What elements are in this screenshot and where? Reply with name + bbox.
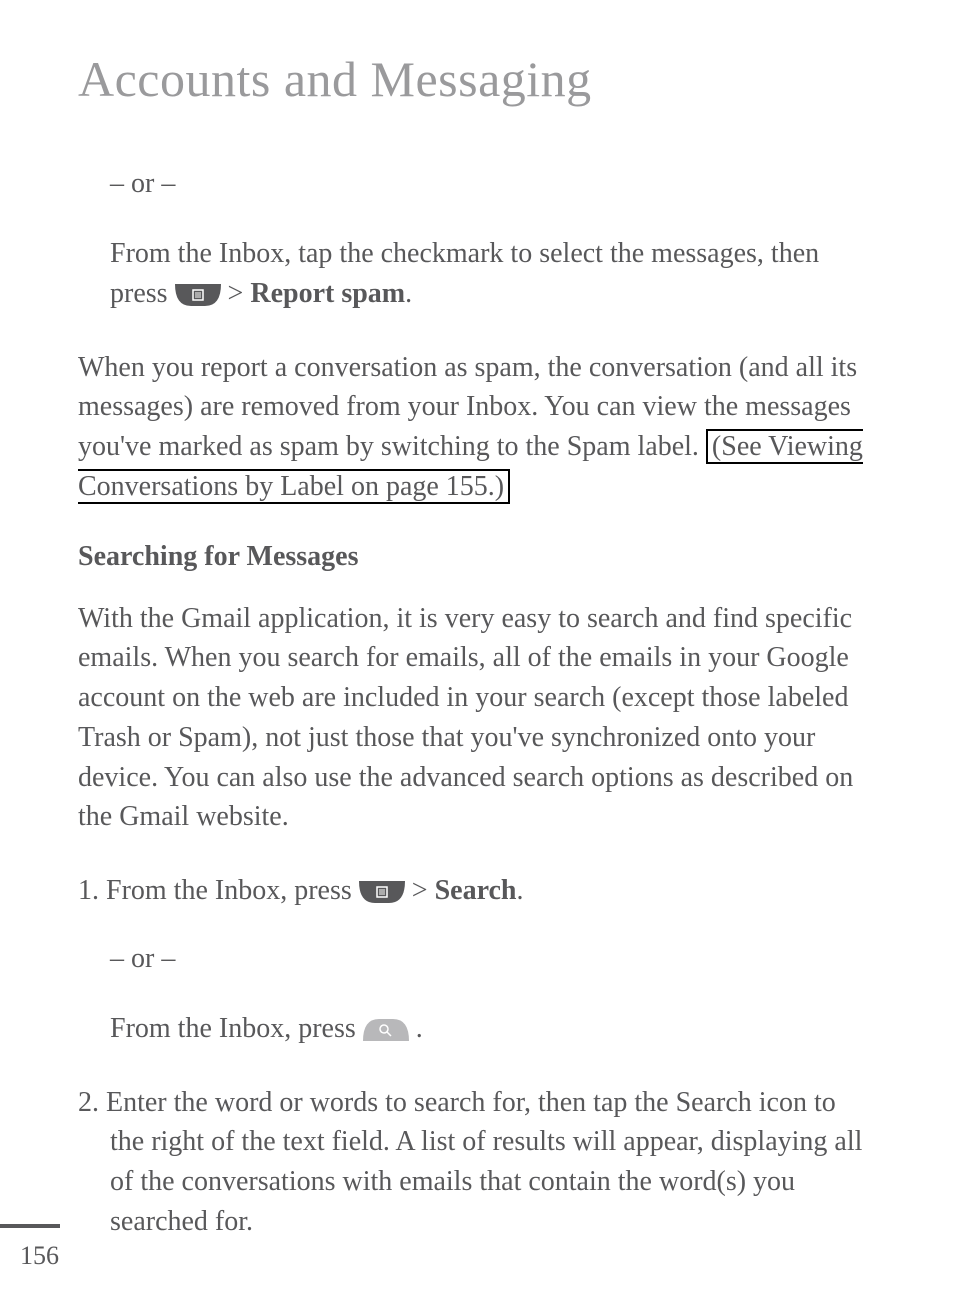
- page-edge-tab: [0, 1224, 60, 1228]
- text: 1. From the Inbox, press: [78, 875, 359, 906]
- step-1b: From the Inbox, press .: [110, 1009, 876, 1049]
- text: .: [405, 278, 412, 309]
- search-label: Search: [435, 875, 517, 906]
- text: .: [416, 1013, 423, 1044]
- step-number: 2.: [78, 1087, 106, 1118]
- search-button-icon: [363, 1019, 409, 1041]
- or-divider: – or –: [110, 168, 876, 200]
- text: >: [412, 875, 435, 906]
- searching-body: With the Gmail application, it is very e…: [78, 599, 876, 838]
- step-2: 2. Enter the word or words to search for…: [78, 1083, 876, 1242]
- searching-heading: Searching for Messages: [78, 541, 876, 573]
- spam-explanation: When you report a conversation as spam, …: [78, 348, 876, 507]
- step-1: 1. From the Inbox, press > Search.: [78, 871, 876, 911]
- menu-button-icon: [359, 881, 405, 903]
- page-number: 156: [20, 1241, 59, 1271]
- menu-button-icon: [175, 284, 221, 306]
- report-spam-instruction: From the Inbox, tap the checkmark to sel…: [110, 234, 876, 314]
- report-spam-label: Report spam: [250, 278, 405, 309]
- or-divider-2: – or –: [110, 943, 876, 975]
- text: >: [228, 278, 251, 309]
- page-title: Accounts and Messaging: [78, 50, 876, 108]
- text: .: [516, 875, 523, 906]
- text: From the Inbox, press: [110, 1013, 363, 1044]
- text: Enter the word or words to search for, t…: [106, 1087, 862, 1237]
